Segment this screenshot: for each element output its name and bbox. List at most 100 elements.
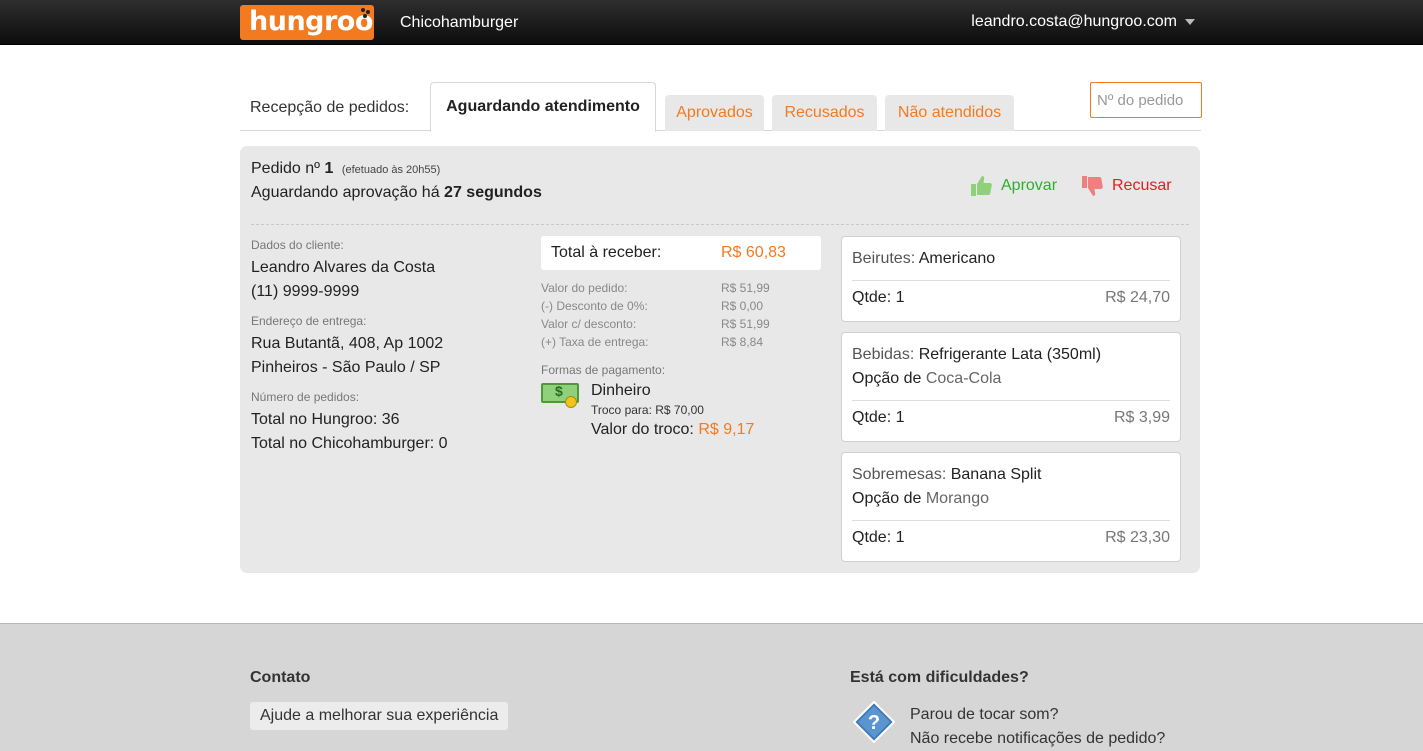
payment-method: Dinheiro Troco para: R$ 70,00 Valor do t…	[541, 381, 821, 439]
breakdown-label: Valor do pedido:	[541, 281, 628, 295]
order-title: Pedido nº 1 (efetuado às 20h55)	[251, 160, 440, 178]
item-option-value: Morango	[925, 490, 989, 507]
change-for: Troco para: R$ 70,00	[591, 403, 704, 417]
money-icon	[541, 381, 581, 408]
item-price: R$ 3,99	[1113, 409, 1170, 426]
address-label: Endereço de entrega:	[251, 314, 367, 328]
order-item-card: Sobremesas: Banana Split Opção de Morang…	[841, 452, 1181, 562]
orders-count-store: Total no Chicohamburger: 0	[251, 435, 448, 452]
help-title: Está com dificuldades?	[850, 669, 1029, 686]
order-title-prefix: Pedido nº	[251, 160, 321, 177]
help-question-icon: ?	[853, 701, 895, 743]
order-tabs: Recepção de pedidos: Aguardando atendime…	[240, 82, 1202, 132]
item-title: Bebidas: Refrigerante Lata (350ml)	[852, 333, 1170, 367]
item-qty: Qtde: 1	[852, 409, 905, 426]
customer-name: Leandro Alvares da Costa	[251, 259, 436, 276]
logo-dots-icon	[361, 8, 371, 18]
tabs-label: Recepção de pedidos:	[250, 99, 410, 116]
change-value: Valor do troco: R$ 9,17	[591, 421, 754, 439]
item-qty: Qtde: 1	[852, 529, 905, 546]
item-option: Opção de Coca-Cola	[852, 367, 1170, 391]
item-title: Beirutes: Americano	[852, 237, 1170, 271]
price-breakdown: Valor do pedido: R$ 51,99 (-) Desconto de…	[541, 281, 821, 353]
breakdown-value: R$ 0,00	[721, 299, 764, 313]
help-links: Parou de tocar som? Não recebe notificaç…	[910, 703, 1165, 751]
breakdown-value: R$ 51,99	[721, 317, 770, 331]
item-qty-row: Qtde: 1 R$ 24,70	[852, 280, 1170, 307]
thumbs-down-icon	[1082, 176, 1103, 196]
order-number: 1	[324, 160, 334, 177]
order-items: Beirutes: Americano Qtde: 1 R$ 24,70 Beb…	[841, 236, 1181, 572]
item-category: Bebidas:	[852, 346, 915, 363]
payment-method-name: Dinheiro	[591, 382, 651, 399]
item-price: R$ 24,70	[1105, 289, 1170, 306]
tab-nao-atendidos[interactable]: Não atendidos	[885, 95, 1014, 131]
order-waiting: Aguardando aprovação há 27 segundos	[251, 184, 542, 202]
customer-phone: (11) 9999-9999	[251, 283, 360, 300]
item-name: Refrigerante Lata (350ml)	[918, 346, 1102, 363]
approve-button[interactable]: Aprovar	[969, 174, 1057, 198]
help-link-sound[interactable]: Parou de tocar som?	[910, 703, 1165, 727]
store-name: Chicohamburger	[400, 14, 519, 31]
svg-text:?: ?	[868, 712, 880, 734]
customer-info: Dados do cliente: Leandro Alvares da Cos…	[251, 238, 531, 456]
item-qty-row: Qtde: 1 R$ 23,30	[852, 520, 1170, 547]
total-amount: R$ 60,83	[721, 244, 786, 261]
item-option: Opção de Morango	[852, 487, 1170, 511]
breakdown-row: Valor do pedido: R$ 51,99	[541, 281, 821, 299]
total-box: Total à receber: R$ 60,83	[541, 236, 821, 270]
tab-aguardando-atendimento[interactable]: Aguardando atendimento	[430, 82, 656, 132]
item-category: Beirutes:	[852, 250, 916, 267]
item-price: R$ 23,30	[1105, 529, 1170, 546]
total-label: Total à receber:	[551, 244, 662, 261]
breakdown-label: (-) Desconto de 0%:	[541, 299, 648, 313]
order-panel: Pedido nº 1 (efetuado às 20h55) Aguardan…	[240, 146, 1200, 573]
order-placed-at: (efetuado às 20h55)	[341, 164, 441, 176]
order-number-input[interactable]	[1090, 82, 1202, 118]
item-option-value: Coca-Cola	[925, 370, 1002, 387]
item-category: Sobremesas:	[852, 466, 947, 483]
address-line1: Rua Butantã, 408, Ap 1002	[251, 335, 444, 352]
orders-count-label: Número de pedidos:	[251, 390, 360, 404]
item-name: Americano	[918, 250, 996, 267]
breakdown-row: Valor c/ desconto: R$ 51,99	[541, 317, 821, 335]
footer: Contato Ajude a melhorar sua experiência…	[0, 623, 1423, 751]
refuse-button[interactable]: Recusar	[1080, 174, 1172, 198]
refuse-label: Recusar	[1112, 177, 1172, 194]
order-item-card: Beirutes: Americano Qtde: 1 R$ 24,70	[841, 236, 1181, 322]
item-option-prefix: Opção de	[852, 370, 922, 387]
change-label: Valor do troco:	[591, 421, 694, 438]
thumbs-up-icon	[971, 176, 992, 196]
item-qty-row: Qtde: 1 R$ 3,99	[852, 400, 1170, 427]
change-amount: R$ 9,17	[698, 421, 755, 438]
breakdown-row: (+) Taxa de entrega: R$ 8,84	[541, 335, 821, 353]
item-qty: Qtde: 1	[852, 289, 905, 306]
item-title: Sobremesas: Banana Split	[852, 453, 1170, 487]
hungroo-logo[interactable]: hungroo	[240, 5, 374, 40]
waiting-time: 27 segundos	[444, 184, 542, 201]
chevron-down-icon	[1185, 19, 1195, 25]
user-menu[interactable]: leandro.costa@hungroo.com	[971, 13, 1195, 31]
customer-label: Dados do cliente:	[251, 238, 344, 252]
payment-label: Formas de pagamento:	[541, 363, 666, 377]
logo-text: hungroo	[249, 6, 373, 37]
help-link-notifications[interactable]: Não recebe notificações de pedido?	[910, 727, 1165, 751]
approve-label: Aprovar	[1001, 177, 1058, 194]
top-bar: hungroo Chicohamburger leandro.costa@hun…	[0, 0, 1423, 45]
divider	[251, 224, 1189, 225]
item-option-prefix: Opção de	[852, 490, 922, 507]
user-email: leandro.costa@hungroo.com	[971, 13, 1177, 30]
waiting-prefix: Aguardando aprovação há	[251, 184, 440, 201]
orders-count-hungroo: Total no Hungroo: 36	[251, 411, 400, 428]
item-name: Banana Split	[950, 466, 1042, 483]
contact-title: Contato	[250, 669, 311, 686]
payment-summary: Total à receber: R$ 60,83 Valor do pedid…	[541, 236, 821, 439]
breakdown-value: R$ 51,99	[721, 281, 770, 295]
address-line2: Pinheiros - São Paulo / SP	[251, 359, 441, 376]
breakdown-label: (+) Taxa de entrega:	[541, 335, 649, 349]
feedback-button[interactable]: Ajude a melhorar sua experiência	[250, 702, 509, 730]
breakdown-value: R$ 8,84	[721, 335, 764, 349]
order-item-card: Bebidas: Refrigerante Lata (350ml) Opção…	[841, 332, 1181, 442]
tab-recusados[interactable]: Recusados	[772, 95, 877, 131]
tab-aprovados[interactable]: Aprovados	[665, 95, 764, 131]
